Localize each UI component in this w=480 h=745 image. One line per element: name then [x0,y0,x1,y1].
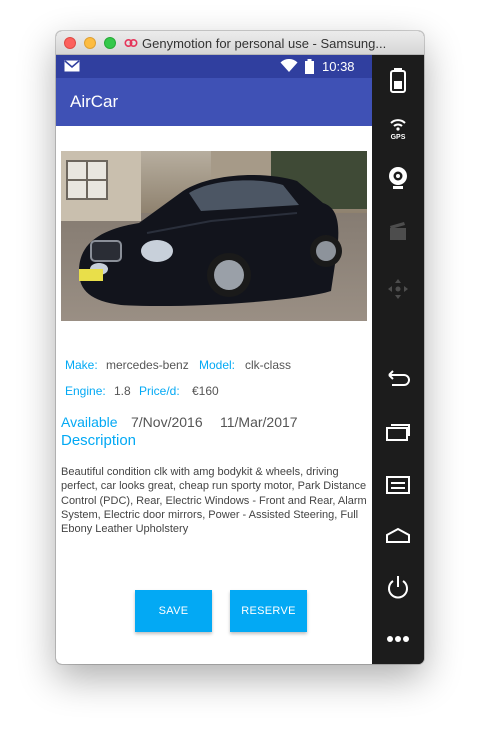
window-title: Genymotion for personal use - Samsung... [142,36,387,51]
wifi-icon [280,59,298,72]
mail-icon [64,60,80,72]
available-label: Available [61,414,118,430]
genymotion-logo-icon [124,38,138,48]
genymotion-window: Genymotion for personal use - Samsung...… [56,31,424,664]
app-bar: AirCar [56,78,372,126]
minimize-window-button[interactable] [84,37,96,49]
app-title: AirCar [70,92,119,111]
available-to-date: 11/Mar/2017 [220,414,298,430]
desktop: Genymotion for personal use - Samsung...… [0,0,480,745]
android-screen: 10:38 AirCar Make: mercedes-benz Model: … [56,55,372,664]
save-button[interactable]: SAVE [135,590,212,632]
webcam-icon[interactable] [384,164,412,192]
dpad-icon[interactable] [384,275,412,303]
gps-label: GPS [391,134,406,141]
description-title: Description [61,432,137,449]
car-photo [61,151,367,321]
status-bar: 10:38 [56,55,372,78]
engine-value: 1.8 [114,384,131,398]
price-value: €160 [192,384,219,398]
available-from-date: 7/Nov/2016 [131,414,203,430]
menu-icon[interactable] [384,471,412,499]
model-value: clk-class [245,358,292,372]
engine-label: Engine: [65,384,106,398]
make-label: Make: [65,358,98,372]
recent-apps-icon[interactable] [384,418,412,446]
genymotion-sidebar: GPS [372,55,424,664]
reserve-button[interactable]: RESERVE [230,590,307,632]
price-label: Price/d: [139,384,180,398]
description-text: Beautiful condition clk with amg bodykit… [61,466,367,536]
window-titlebar[interactable]: Genymotion for personal use - Samsung... [56,31,424,55]
zoom-window-button[interactable] [104,37,116,49]
battery-icon [305,59,314,74]
status-time: 10:38 [322,59,355,74]
clapper-icon[interactable] [384,217,412,245]
close-window-button[interactable] [64,37,76,49]
gps-icon[interactable]: GPS [384,113,412,141]
model-label: Model: [199,358,236,372]
make-value: mercedes-benz [106,358,189,372]
battery-icon[interactable] [384,66,412,94]
home-icon[interactable] [384,521,412,549]
back-icon[interactable] [384,364,412,392]
more-icon[interactable] [384,625,412,653]
power-icon[interactable] [384,573,412,601]
